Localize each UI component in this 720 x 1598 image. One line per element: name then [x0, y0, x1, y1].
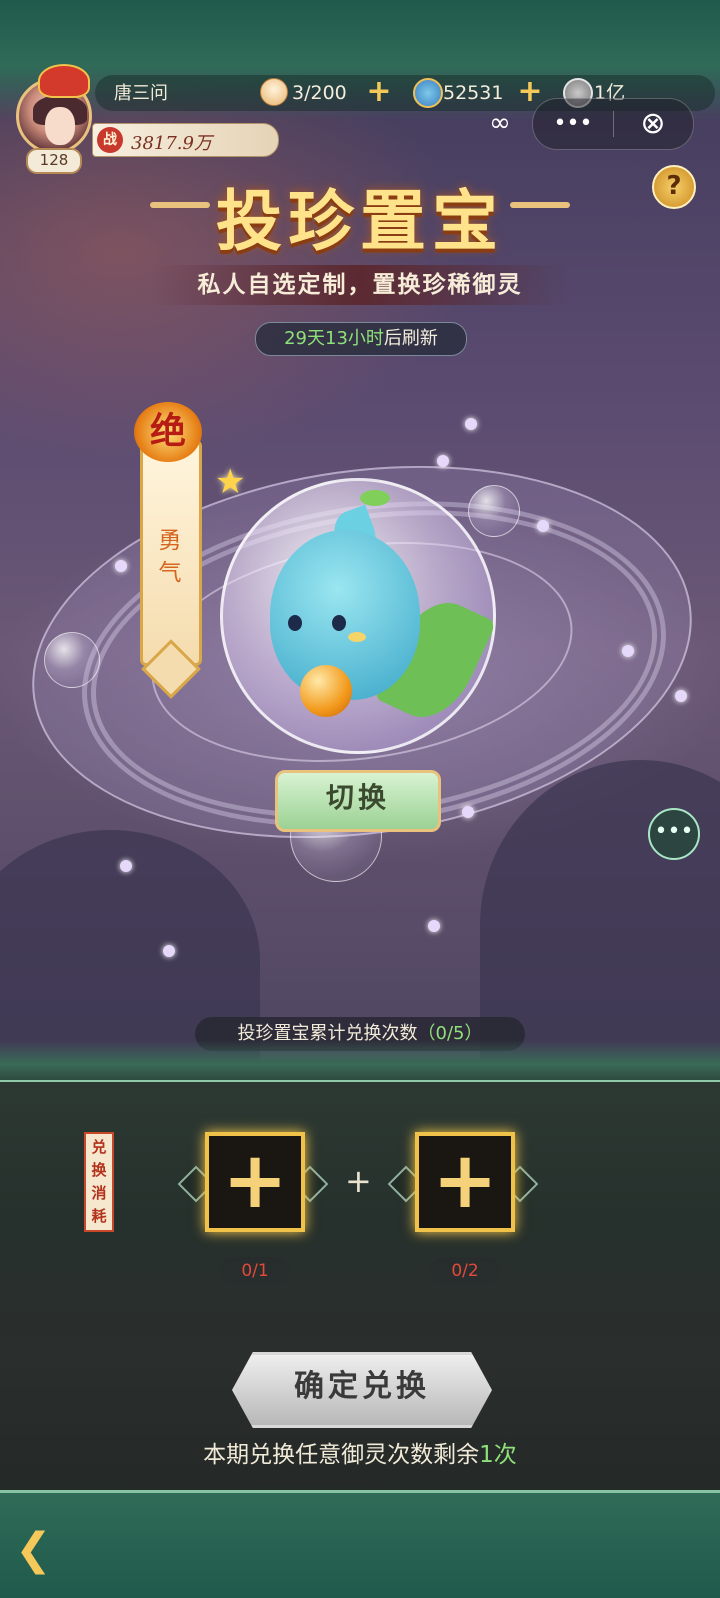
add-item-icon: + — [222, 1136, 288, 1226]
refresh-timer: 29天13小时后刷新 — [255, 322, 467, 356]
pet-eye — [332, 615, 346, 631]
bubble — [44, 632, 100, 688]
pet-eye — [288, 615, 302, 631]
add-item-icon: + — [432, 1136, 498, 1226]
star-dot — [675, 690, 687, 702]
star-icon: ★ — [215, 462, 246, 502]
panel-edge — [0, 1040, 720, 1082]
pet-cheek — [348, 632, 366, 642]
game-center-icon[interactable]: ∞ — [472, 98, 528, 148]
star-dot — [465, 418, 477, 430]
refresh-time: 29天13小时 — [284, 328, 384, 349]
lion-hat-icon — [38, 64, 90, 98]
add-stamina-button[interactable]: + — [365, 77, 393, 107]
refresh-suffix: 后刷新 — [383, 328, 438, 349]
switch-button[interactable]: 切换 — [275, 770, 441, 832]
bubble — [468, 485, 520, 537]
close-button[interactable]: ⊗ — [613, 99, 693, 149]
star-dot — [428, 920, 440, 932]
player-avatar[interactable]: 128 — [8, 64, 98, 174]
cost-tag: 兑换消耗 — [84, 1132, 114, 1232]
more-options-button[interactable]: ••• — [533, 99, 613, 149]
player-name: 唐三问 — [114, 83, 168, 104]
confirm-exchange-button[interactable]: 确定兑换 — [232, 1352, 492, 1428]
remaining-count: 1次 — [479, 1442, 517, 1468]
plus-separator: + — [345, 1162, 372, 1200]
cost-slot-1[interactable]: + — [205, 1132, 305, 1232]
chat-icon[interactable]: ••• — [648, 808, 700, 860]
page-subtitle: 私人自选定制，置换珍稀御灵 — [150, 265, 570, 305]
miniprogram-capsule: ••• ⊗ — [532, 98, 694, 150]
page-title: 投珍置宝 — [216, 182, 504, 260]
star-dot — [163, 945, 175, 957]
pet-orange-orb — [300, 665, 352, 717]
currency-coin-icon — [413, 78, 443, 108]
pet-sprout — [360, 490, 390, 506]
power-value: 3817.9万 — [131, 133, 212, 154]
slot-1-count: 0/1 — [220, 1257, 290, 1285]
stamina-bun-icon — [260, 78, 288, 106]
star-dot — [622, 645, 634, 657]
star-dot — [115, 560, 127, 572]
slot-2-count: 0/2 — [430, 1257, 500, 1285]
remaining-prefix: 本期兑换任意御灵次数剩余 — [203, 1442, 480, 1468]
star-dot — [120, 860, 132, 872]
back-arrow-icon[interactable]: ❮ — [15, 1525, 85, 1575]
remaining-exchanges: 本期兑换任意御灵次数剩余1次 — [0, 1435, 720, 1469]
star-dot — [462, 806, 474, 818]
stamina-value: 3/200 — [292, 82, 347, 104]
rarity-badge: 绝 — [134, 402, 202, 462]
pet-trait: 勇气 — [158, 528, 182, 586]
cost-slot-2[interactable]: + — [415, 1132, 515, 1232]
power-icon: 战 — [97, 127, 123, 153]
star-dot — [437, 455, 449, 467]
avatar-face — [45, 107, 75, 145]
power-display: 战 3817.9万 — [92, 123, 279, 157]
bottom-frame — [0, 1490, 720, 1598]
star-dot — [537, 520, 549, 532]
